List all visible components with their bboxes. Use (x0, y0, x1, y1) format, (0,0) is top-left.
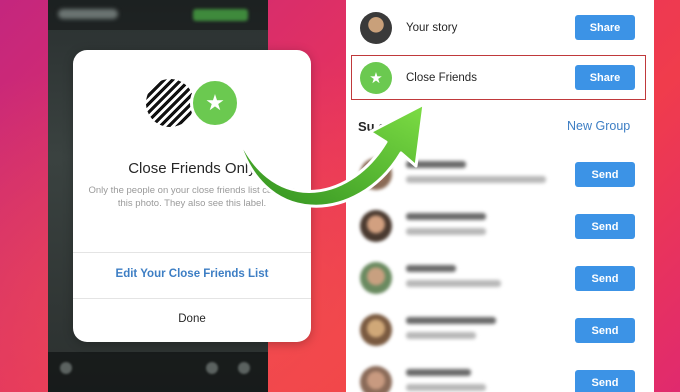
avatar (360, 314, 392, 346)
bottom-center-icon (206, 362, 218, 374)
your-story-label: Your story (406, 22, 458, 34)
blurred-username (406, 332, 476, 339)
bottom-left-icon (60, 362, 72, 374)
blurred-username (406, 384, 486, 391)
blurred-name (406, 317, 496, 324)
avatar (360, 12, 392, 44)
send-button[interactable]: Send (575, 162, 635, 187)
send-button[interactable]: Send (575, 318, 635, 343)
curved-arrow-icon (234, 102, 426, 208)
camera-top-bar (48, 0, 268, 30)
blurred-username (406, 280, 501, 287)
blurred-header-text (58, 9, 118, 19)
avatar (360, 366, 392, 392)
camera-bottom-bar (48, 352, 268, 392)
avatar (360, 262, 392, 294)
bottom-right-icon (238, 362, 250, 374)
pattern-circle-icon (146, 79, 194, 127)
list-item: Send (346, 306, 654, 354)
list-item: Send (346, 254, 654, 302)
done-button[interactable]: Done (73, 313, 311, 325)
share-your-story-button[interactable]: Share (575, 15, 635, 40)
new-group-link[interactable]: New Group (567, 119, 630, 133)
blurred-close-friends-tag (193, 9, 248, 21)
modal-divider (73, 252, 311, 253)
blurred-username (406, 228, 486, 235)
list-item: Send (346, 358, 654, 392)
blurred-name (406, 265, 456, 272)
send-button[interactable]: Send (575, 214, 635, 239)
blurred-name (406, 369, 471, 376)
edit-close-friends-link[interactable]: Edit Your Close Friends List (73, 268, 311, 280)
send-button[interactable]: Send (575, 370, 635, 392)
send-button[interactable]: Send (575, 266, 635, 291)
modal-divider (73, 298, 311, 299)
your-story-row: Your story Share (346, 4, 654, 52)
